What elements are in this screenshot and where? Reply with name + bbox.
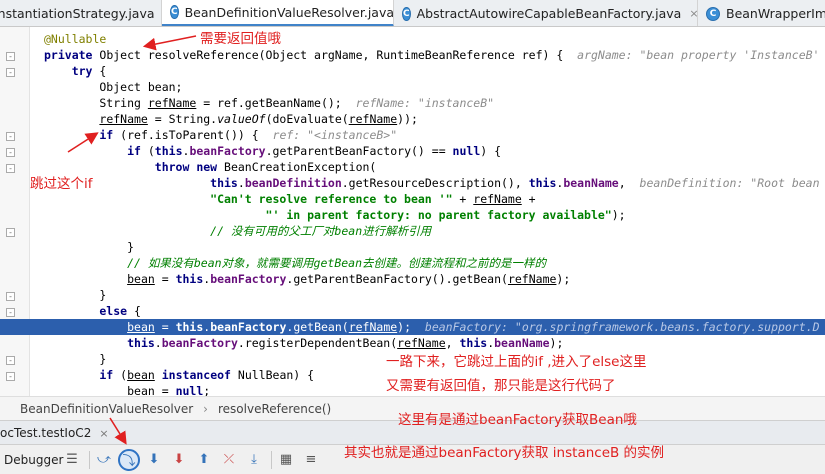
tab-label: AbstractAutowireCapableBeanFactory.java xyxy=(416,6,682,21)
breadcrumb-class[interactable]: BeanDefinitionValueResolver xyxy=(20,402,193,416)
tab-instantiation-strategy[interactable]: InstantiationStrategy.java × xyxy=(0,0,172,26)
tab-label: InstantiationStrategy.java xyxy=(0,6,155,21)
annotation-via-beanfactory: 这里有是通过beanFactory获取Bean哦 xyxy=(398,412,637,428)
toolbar-divider xyxy=(89,450,90,469)
code-line: private Object resolveReference(Object a… xyxy=(44,48,820,62)
inline-debug-hint: refName: "instanceB" xyxy=(355,96,495,110)
class-c-icon: C xyxy=(170,5,179,19)
code-line: bean = this.beanFactory.getParentBeanFac… xyxy=(127,272,571,286)
fold-marker-icon[interactable]: - xyxy=(6,228,15,237)
tab-bean-wrapper-impl[interactable]: C BeanWrapperImp xyxy=(698,0,825,26)
code-line: if (bean instanceof NullBean) { xyxy=(44,368,315,382)
code-line: this.beanDefinition.getResourceDescripti… xyxy=(44,176,820,190)
trace-icon[interactable]: ≡ xyxy=(300,449,322,471)
code-line: if (this.beanFactory.getParentBeanFactor… xyxy=(44,144,502,158)
fold-marker-icon[interactable]: - xyxy=(6,68,15,77)
code-line: else { xyxy=(44,304,141,318)
code-line: refName = String.valueOf(doEvaluate(refN… xyxy=(99,112,418,126)
annotation-skip-if: 跳过这个if xyxy=(30,176,93,192)
tab-label: BeanDefinitionValueResolver.java xyxy=(184,4,395,20)
close-icon[interactable]: × xyxy=(99,427,108,440)
code-line: } xyxy=(44,240,135,254)
inline-debug-hint: beanDefinition: "Root bean xyxy=(639,176,820,190)
inline-debug-hint: ref: "<instanceB>" xyxy=(272,128,398,142)
editor-tab-bar: InstantiationStrategy.java × C BeanDefin… xyxy=(0,0,825,27)
fold-marker-icon[interactable]: - xyxy=(6,292,15,301)
breadcrumb-method[interactable]: resolveReference() xyxy=(218,402,331,416)
class-c-icon: C xyxy=(402,6,411,21)
breadcrumb-separator: › xyxy=(203,401,208,416)
fold-marker-icon[interactable]: - xyxy=(6,132,15,141)
inline-debug-hint: beanFactory: "org.springframework.beans.… xyxy=(424,320,820,334)
force-step-into-icon[interactable]: ⬇ xyxy=(168,449,190,471)
run-to-cursor-icon[interactable]: ⤓ xyxy=(243,449,265,471)
code-line: this.beanFactory.registerDependentBean(r… xyxy=(127,336,564,350)
code-editor[interactable]: - - - - - - - - - - @Nullable private Ob… xyxy=(0,27,825,396)
tab-label: BeanWrapperImp xyxy=(726,6,825,21)
code-line: bean = null; xyxy=(127,384,211,396)
code-line: if (ref.isToParent()) { ref: "<instanceB… xyxy=(44,128,398,142)
evaluate-expression-icon[interactable]: ▦ xyxy=(275,449,297,471)
class-c-icon: C xyxy=(706,6,720,21)
code-line: "Can't resolve reference to bean '" + re… xyxy=(44,192,536,206)
step-out-icon[interactable]: ⬆ xyxy=(193,449,215,471)
step-over-icon[interactable]: ⤵ xyxy=(118,448,140,471)
fold-marker-icon[interactable]: - xyxy=(6,164,15,173)
run-config-label: ocTest.testIoC2 xyxy=(0,426,92,440)
inline-debug-hint: argName: "bean property 'InstanceB' xyxy=(577,48,820,62)
current-execution-line: bean = this.beanFactory.getBean(refName)… xyxy=(127,320,820,334)
toolbar-divider xyxy=(271,450,272,469)
fold-marker-icon[interactable]: - xyxy=(6,308,15,317)
code-line: // 没有可用的父工厂对bean进行解析引用 xyxy=(44,224,432,238)
code-line: String refName = ref.getBeanName(); refN… xyxy=(44,96,495,110)
annotation-only-this-line: 又需要有返回值，那只能是这行代码了 xyxy=(386,378,616,394)
menu-icon[interactable]: ☰ xyxy=(61,449,83,471)
fold-marker-icon[interactable]: - xyxy=(6,372,15,381)
tab-abstract-autowire-capable-bean-factory[interactable]: C AbstractAutowireCapableBeanFactory.jav… xyxy=(394,0,699,26)
drop-frame-icon[interactable]: ⤫ xyxy=(218,449,240,471)
step-into-icon[interactable]: ⬇ xyxy=(143,449,165,471)
code-line: throw new BeanCreationException( xyxy=(44,160,377,174)
fold-marker-icon[interactable]: - xyxy=(6,356,15,365)
fold-marker-icon[interactable]: - xyxy=(6,148,15,157)
code-line: // 如果没有bean对象，就需要调用getBean去创建。创建流程和之前的是一… xyxy=(44,256,547,270)
run-config-tab[interactable]: ocTest.testIoC2 × xyxy=(0,421,115,445)
code-line: "' in parent factory: no parent factory … xyxy=(44,208,626,222)
tab-bean-definition-value-resolver[interactable]: C BeanDefinitionValueResolver.java × xyxy=(162,0,411,26)
annotation-else-path: 一路下来，它跳过上面的if ,进入了else这里 xyxy=(386,354,647,370)
fold-marker-icon[interactable]: - xyxy=(6,52,15,61)
code-line: } xyxy=(44,352,107,366)
show-execution-point-icon[interactable]: ⤻ xyxy=(93,449,115,471)
debugger-tab-label[interactable]: Debugger xyxy=(0,453,63,467)
code-line: try { xyxy=(44,64,107,78)
editor-gutter: - - - - - - - - - - xyxy=(0,27,30,396)
code-line: } xyxy=(44,288,107,302)
code-line: @Nullable xyxy=(44,32,107,46)
annotation-needs-return: 需要返回值哦 xyxy=(200,31,281,47)
code-line: Object bean; xyxy=(44,80,183,94)
annotation-get-instance: 其实也就是通过beanFactory获取 instanceB 的实例 xyxy=(344,445,665,461)
